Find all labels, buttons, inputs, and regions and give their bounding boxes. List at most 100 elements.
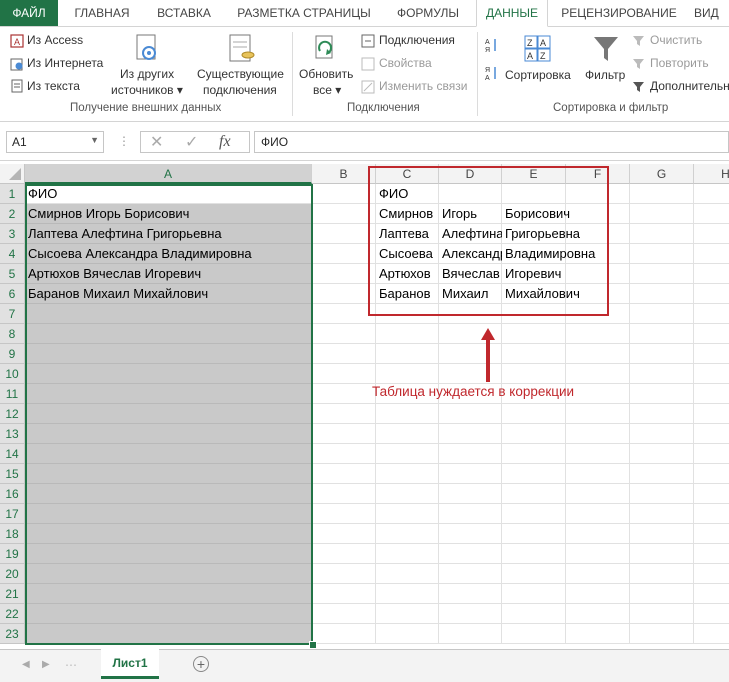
row-header-19[interactable]: 19 bbox=[0, 544, 25, 564]
grid-horizontal-line bbox=[312, 443, 729, 444]
row-header-21[interactable]: 21 bbox=[0, 584, 25, 604]
from-other-sources-button[interactable]: Из других bbox=[120, 67, 174, 81]
access-icon: A bbox=[10, 34, 24, 51]
advanced-button[interactable]: Дополнительно bbox=[650, 79, 729, 93]
row-header-9[interactable]: 9 bbox=[0, 344, 25, 364]
row-header-4[interactable]: 4 bbox=[0, 244, 25, 264]
tab-file[interactable]: ФАЙЛ bbox=[0, 0, 58, 26]
tab-grip-icon: ⋯ bbox=[65, 658, 77, 672]
row-header-1[interactable]: 1 bbox=[0, 184, 25, 204]
scroll-right-icon[interactable]: ▶ bbox=[42, 659, 50, 670]
insert-function-button[interactable]: fx bbox=[219, 133, 231, 151]
enter-check-icon[interactable]: ✓ bbox=[185, 132, 198, 152]
annotation-highlight-box bbox=[368, 166, 609, 316]
row-header-17[interactable]: 17 bbox=[0, 504, 25, 524]
svg-text:Я: Я bbox=[485, 47, 490, 53]
group-separator bbox=[292, 32, 293, 116]
cell-a4[interactable]: Сысоева Александра Владимировна bbox=[25, 244, 312, 264]
column-header-a[interactable]: A bbox=[25, 164, 312, 184]
cell-a5[interactable]: Артюхов Вячеслав Игоревич bbox=[25, 264, 312, 284]
row-header-12[interactable]: 12 bbox=[0, 404, 25, 424]
svg-text:A: A bbox=[527, 51, 533, 61]
cell-a2[interactable]: Смирнов Игорь Борисович bbox=[25, 204, 312, 224]
svg-text:Z: Z bbox=[540, 51, 546, 61]
row-header-15[interactable]: 15 bbox=[0, 464, 25, 484]
connections-button[interactable]: Подключения bbox=[379, 33, 455, 47]
from-text-button[interactable]: Из текста bbox=[27, 79, 80, 93]
filter-button[interactable]: Фильтр bbox=[585, 68, 625, 82]
grid-horizontal-line bbox=[312, 543, 729, 544]
tab-page-layout[interactable]: РАЗМЕТКА СТРАНИЦЫ bbox=[226, 0, 382, 26]
row-header-3[interactable]: 3 bbox=[0, 224, 25, 244]
row-header-5[interactable]: 5 bbox=[0, 264, 25, 284]
row-header-8[interactable]: 8 bbox=[0, 324, 25, 344]
refresh-all-button[interactable]: Обновить bbox=[299, 67, 353, 81]
properties-button[interactable]: Свойства bbox=[379, 56, 432, 70]
group-separator bbox=[477, 32, 478, 116]
annotation-arrow-icon bbox=[480, 328, 496, 387]
refresh-all-label2: все ▾ bbox=[313, 83, 342, 97]
connections-icon bbox=[361, 34, 375, 51]
scroll-left-icon[interactable]: ◀ bbox=[22, 659, 30, 670]
tab-insert[interactable]: ВСТАВКА bbox=[146, 0, 222, 26]
row-header-20[interactable]: 20 bbox=[0, 564, 25, 584]
from-other-sources-label2: источников ▾ bbox=[111, 83, 183, 97]
cell-a6[interactable]: Баранов Михаил Михайлович bbox=[25, 284, 312, 304]
cell-a1[interactable]: ФИО bbox=[25, 184, 312, 204]
grid-horizontal-line bbox=[312, 603, 729, 604]
tab-home[interactable]: ГЛАВНАЯ bbox=[62, 0, 142, 26]
svg-text:A: A bbox=[485, 75, 490, 81]
tab-view[interactable]: ВИД bbox=[690, 0, 729, 26]
grid-horizontal-line bbox=[312, 363, 729, 364]
clear-filter-icon bbox=[632, 34, 646, 51]
row-header-6[interactable]: 6 bbox=[0, 284, 25, 304]
ribbon-tab-bar: ФАЙЛ ГЛАВНАЯ ВСТАВКА РАЗМЕТКА СТРАНИЦЫ Ф… bbox=[0, 0, 729, 27]
svg-text:A: A bbox=[540, 38, 546, 48]
tab-data[interactable]: ДАННЫЕ bbox=[476, 0, 548, 27]
row-header-11[interactable]: 11 bbox=[0, 384, 25, 404]
web-icon bbox=[10, 57, 24, 74]
add-sheet-icon[interactable]: + bbox=[193, 656, 209, 672]
reapply-button[interactable]: Повторить bbox=[650, 56, 709, 70]
svg-text:A: A bbox=[485, 39, 490, 46]
column-header-g[interactable]: G bbox=[630, 164, 694, 184]
tab-review[interactable]: РЕЦЕНЗИРОВАНИЕ bbox=[552, 0, 686, 26]
row-header-22[interactable]: 22 bbox=[0, 604, 25, 624]
grid-horizontal-line bbox=[312, 623, 729, 624]
fill-handle[interactable] bbox=[309, 641, 317, 649]
row-header-13[interactable]: 13 bbox=[0, 424, 25, 444]
name-box[interactable]: A1 ▼ bbox=[6, 131, 104, 153]
from-web-button[interactable]: Из Интернета bbox=[27, 56, 103, 70]
row-header-10[interactable]: 10 bbox=[0, 364, 25, 384]
cancel-icon[interactable]: ✕ bbox=[150, 132, 163, 152]
formula-input[interactable]: ФИО bbox=[254, 131, 729, 153]
svg-text:Z: Z bbox=[527, 38, 533, 48]
row-header-14[interactable]: 14 bbox=[0, 444, 25, 464]
row-header-2[interactable]: 2 bbox=[0, 204, 25, 224]
sort-az-icon: AЯ bbox=[485, 37, 499, 56]
grid-horizontal-line bbox=[312, 423, 729, 424]
row-header-23[interactable]: 23 bbox=[0, 624, 25, 644]
cell-a3[interactable]: Лаптева Алефтина Григорьевна bbox=[25, 224, 312, 244]
name-box-value: A1 bbox=[12, 135, 27, 149]
column-header-b[interactable]: B bbox=[312, 164, 376, 184]
chevron-down-icon[interactable]: ▼ bbox=[90, 135, 99, 145]
row-header-16[interactable]: 16 bbox=[0, 484, 25, 504]
grid-horizontal-line bbox=[312, 523, 729, 524]
grid-vertical-line bbox=[629, 184, 630, 644]
row-header-7[interactable]: 7 bbox=[0, 304, 25, 324]
sheet-tab-list1[interactable]: Лист1 bbox=[101, 649, 159, 679]
grid-horizontal-line bbox=[312, 503, 729, 504]
tab-formulas[interactable]: ФОРМУЛЫ bbox=[386, 0, 470, 26]
select-all-corner[interactable] bbox=[0, 164, 25, 184]
row-header-18[interactable]: 18 bbox=[0, 524, 25, 544]
from-access-button[interactable]: Из Access bbox=[27, 33, 83, 47]
clear-button[interactable]: Очистить bbox=[650, 33, 702, 47]
column-header-h[interactable]: H bbox=[694, 164, 729, 184]
existing-connections-button[interactable]: Существующие bbox=[197, 67, 284, 81]
edit-links-button[interactable]: Изменить связи bbox=[379, 79, 467, 93]
sort-button[interactable]: Сортировка bbox=[505, 68, 571, 82]
grid-horizontal-line bbox=[312, 403, 729, 404]
grid-vertical-line bbox=[693, 184, 694, 644]
sort-dialog-icon: ZAAZ bbox=[524, 35, 552, 66]
